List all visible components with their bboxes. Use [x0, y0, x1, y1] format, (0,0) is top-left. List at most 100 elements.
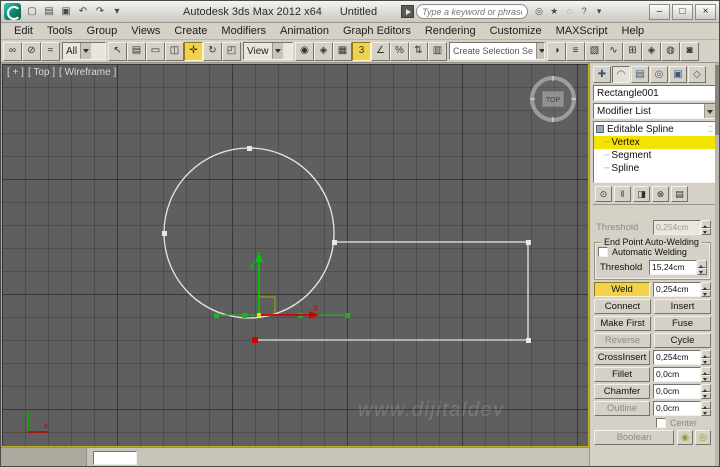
menu-item[interactable]: Rendering [418, 24, 483, 38]
editable-spline-shape[interactable] [163, 147, 529, 341]
outline-button[interactable]: Outline [594, 401, 650, 416]
quick-access-caret-icon[interactable]: ▾ [109, 4, 125, 20]
stack-item-vertex[interactable]: Vertex [594, 136, 716, 149]
layer-manager-icon[interactable]: ▧ [585, 41, 604, 61]
spinner-arrows[interactable] [701, 367, 711, 382]
chevron-down-icon[interactable] [536, 43, 544, 59]
spinner-snap-icon[interactable]: ⇅ [409, 41, 428, 61]
edit-named-selection-sets-icon[interactable]: ▥ [428, 41, 447, 61]
favorites-icon[interactable]: ★ [547, 5, 561, 19]
tab-motion[interactable]: ◎ [650, 66, 668, 83]
spinner-arrows[interactable] [701, 350, 711, 365]
fillet-spinner[interactable]: 0,0cm [653, 367, 711, 382]
threshold-spinner[interactable]: 0,254cm [653, 220, 711, 235]
help-icon[interactable]: ? [577, 5, 591, 19]
viewcube-top-face[interactable]: TOP [546, 97, 561, 104]
show-end-result-icon[interactable]: ‖ [614, 186, 631, 202]
render-production-icon[interactable]: ◙ [680, 41, 699, 61]
chamfer-spinner[interactable]: 0,0cm [653, 384, 711, 399]
pin-stack-icon[interactable]: ⊙ [595, 186, 612, 202]
material-editor-icon[interactable]: ◈ [642, 41, 661, 61]
stack-item-spline[interactable]: Spline [594, 162, 716, 175]
spinner-arrows[interactable] [701, 384, 711, 399]
window-crossing-icon[interactable]: ◫ [165, 41, 184, 61]
reverse-button[interactable]: Reverse [594, 333, 651, 348]
configure-modifier-sets-icon[interactable]: ▤ [671, 186, 688, 202]
select-by-name-icon[interactable]: ▤ [127, 41, 146, 61]
tab-display[interactable]: ▣ [669, 66, 687, 83]
make-unique-icon[interactable]: ◨ [633, 186, 650, 202]
menu-item[interactable]: Tools [40, 24, 80, 38]
help-caret-icon[interactable]: ▾ [592, 5, 606, 19]
tab-modify[interactable]: ◠ [612, 66, 630, 83]
spinner-arrows[interactable] [701, 401, 711, 416]
tab-hierarchy[interactable]: ▤ [631, 66, 649, 83]
object-name-input[interactable] [593, 85, 719, 101]
weld-button[interactable]: Weld [594, 282, 650, 297]
menu-item[interactable]: MAXScript [549, 24, 615, 38]
unlink-selection-icon[interactable]: ⊘ [22, 41, 41, 61]
named-selection-set-combo[interactable]: Create Selection Se [449, 42, 545, 60]
menu-item[interactable]: Graph Editors [336, 24, 418, 38]
reference-coordinate-dropdown[interactable]: View [243, 42, 293, 60]
weld-threshold-spinner[interactable]: 0,254cm [653, 282, 711, 297]
center-checkbox[interactable] [655, 418, 666, 428]
percent-snap-icon[interactable]: % [390, 41, 409, 61]
snaps-toggle-icon[interactable]: 3 [352, 41, 371, 61]
viewport-canvas[interactable]: www.dijitaldev y x TOP y x [2, 64, 589, 447]
menu-item[interactable]: Group [80, 24, 125, 38]
angle-snap-icon[interactable]: ∠ [371, 41, 390, 61]
stack-item-segment[interactable]: Segment [594, 149, 716, 162]
select-and-move-icon[interactable]: ✛ [184, 41, 203, 61]
menu-item[interactable]: Views [124, 24, 167, 38]
chevron-down-icon[interactable] [80, 43, 92, 59]
spinner-arrows[interactable] [701, 220, 711, 235]
render-setup-icon[interactable]: ◍ [661, 41, 680, 61]
close-button[interactable]: × [695, 3, 716, 20]
align-icon[interactable]: ≡ [566, 41, 585, 61]
insert-button[interactable]: Insert [654, 299, 711, 314]
menu-item[interactable]: Edit [7, 24, 40, 38]
maxscript-mini-listener[interactable] [93, 451, 137, 465]
remove-modifier-icon[interactable]: ⊗ [652, 186, 669, 202]
viewport-menu-pov[interactable]: [ Top ] [28, 67, 55, 78]
menu-item[interactable]: Customize [483, 24, 549, 38]
redo-icon[interactable]: ↷ [92, 4, 108, 20]
communication-center-icon[interactable]: ◎ [532, 5, 546, 19]
new-scene-icon[interactable]: ▢ [24, 4, 40, 20]
outline-spinner[interactable]: 0,0cm [653, 401, 711, 416]
mirror-icon[interactable]: ◑ [547, 41, 566, 61]
viewport-menu-general[interactable]: [ + ] [7, 67, 24, 78]
select-and-manipulate-icon[interactable]: ◈ [314, 41, 333, 61]
keyboard-shortcut-override-icon[interactable]: ▦ [333, 41, 352, 61]
selected-vertex[interactable] [252, 337, 258, 343]
fillet-button[interactable]: Fillet [594, 367, 650, 382]
rectangular-selection-region-icon[interactable]: ▭ [146, 41, 165, 61]
viewport-top[interactable]: [ + ] [ Top ] [ Wireframe ] www.dijitald… [1, 63, 589, 447]
undo-icon[interactable]: ↶ [75, 4, 91, 20]
crossinsert-button[interactable]: CrossInsert [594, 350, 650, 365]
chevron-down-icon[interactable] [271, 43, 283, 59]
use-pivot-center-icon[interactable]: ◉ [295, 41, 314, 61]
tab-utilities[interactable]: ◇ [688, 66, 706, 83]
select-and-link-icon[interactable]: ∞ [3, 41, 22, 61]
connect-button[interactable]: Connect [594, 299, 651, 314]
curve-editor-icon[interactable]: ∿ [604, 41, 623, 61]
modifier-list-dropdown[interactable]: Modifier List [593, 103, 717, 119]
select-and-scale-icon[interactable]: ◰ [222, 41, 241, 61]
maximize-button[interactable]: □ [672, 3, 693, 20]
menu-item[interactable]: Animation [273, 24, 336, 38]
spinner-arrows[interactable] [697, 260, 707, 275]
menu-item[interactable]: Help [615, 24, 652, 38]
spinner-arrows[interactable] [701, 282, 711, 297]
chamfer-button[interactable]: Chamfer [594, 384, 650, 399]
automatic-welding-checkbox[interactable] [598, 247, 608, 257]
tab-create[interactable]: ✚ [593, 66, 611, 83]
select-and-rotate-icon[interactable]: ↻ [203, 41, 222, 61]
crossinsert-spinner[interactable]: 0,254cm [653, 350, 711, 365]
viewport-menu-shading[interactable]: [ Wireframe ] [59, 67, 116, 78]
open-file-icon[interactable]: ▤ [41, 4, 57, 20]
stack-item-editable-spline[interactable]: Editable Spline ⁚⁚ [594, 122, 716, 136]
scrollbar-thumb[interactable] [715, 65, 719, 135]
selection-filter-dropdown[interactable]: All [62, 42, 106, 60]
